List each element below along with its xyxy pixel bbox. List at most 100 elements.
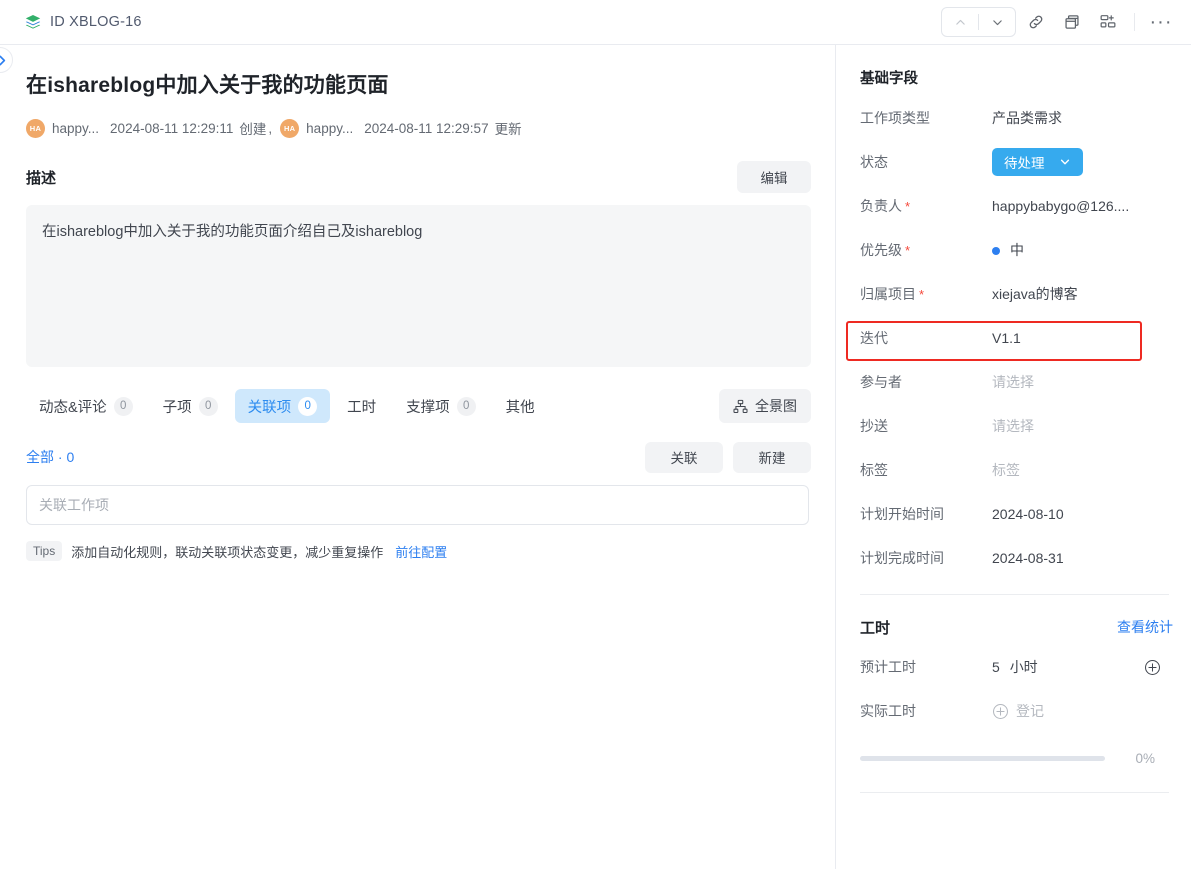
- description-content: 在ishareblog中加入关于我的功能页面介绍自己及ishareblog: [26, 205, 811, 367]
- related-search-box[interactable]: [26, 485, 809, 525]
- layers-icon: [24, 13, 42, 31]
- estimated-hours-number: 5: [992, 659, 1000, 675]
- field-value-participants[interactable]: 请选择: [992, 372, 1034, 392]
- tab-list: 动态&评论 0 子项 0 关联项 0 工时 支撑: [26, 389, 548, 423]
- field-label: 迭代: [860, 328, 992, 348]
- worktime-progress-row: 0%: [860, 751, 1179, 766]
- field-row-cc: 抄送 请选择: [860, 404, 1179, 448]
- field-label-text: 归属项目: [860, 286, 916, 302]
- field-label-text: 优先级: [860, 242, 902, 258]
- field-row-actual-hours: 实际工时 登记: [860, 689, 1179, 733]
- related-search-input[interactable]: [39, 497, 796, 513]
- workflow-button[interactable]: [1092, 6, 1124, 38]
- estimated-hours-value[interactable]: 5 小时: [992, 657, 1038, 677]
- page-body: 在ishareblog中加入关于我的功能页面 HA happy... 2024-…: [0, 45, 1191, 869]
- field-row-tags: 标签 标签: [860, 448, 1179, 492]
- field-row-iteration: 迭代 V1.1: [860, 316, 1179, 360]
- tab-label: 动态&评论: [39, 396, 107, 417]
- panorama-label: 全景图: [755, 396, 797, 416]
- tips-badge: Tips: [26, 541, 62, 561]
- field-label: 负责人*: [860, 196, 992, 216]
- tab-count: 0: [298, 397, 317, 416]
- worktime-progress-percent: 0%: [1135, 751, 1171, 766]
- prev-next-group: [941, 7, 1016, 37]
- updated-action-label: 更新: [495, 118, 522, 138]
- add-estimated-hours-button[interactable]: [1144, 659, 1179, 676]
- tab-activity-comments[interactable]: 动态&评论 0: [26, 389, 146, 423]
- tips-row: Tips 添加自动化规则，联动关联项状态变更，减少重复操作 前往配置: [26, 541, 811, 561]
- sidebar-section-title: 基础字段: [860, 67, 1179, 88]
- plus-circle-icon: [1144, 659, 1161, 676]
- link-icon: [1027, 13, 1045, 31]
- tab-other[interactable]: 其他: [493, 389, 548, 423]
- description-header: 描述 编辑: [26, 161, 811, 193]
- toolbar-actions: ···: [941, 6, 1177, 38]
- previous-item-button[interactable]: [942, 8, 978, 36]
- worktime-header: 工时 查看统计: [860, 609, 1179, 645]
- field-value-cc[interactable]: 请选择: [992, 416, 1034, 436]
- tab-related-items[interactable]: 关联项 0: [235, 389, 331, 423]
- tab-count: 0: [457, 397, 476, 416]
- required-marker: *: [905, 199, 910, 214]
- plus-circle-icon: [992, 703, 1009, 720]
- chevron-up-icon: [954, 16, 967, 29]
- more-options-button[interactable]: ···: [1145, 6, 1177, 38]
- field-label: 标签: [860, 460, 992, 480]
- field-value-tags[interactable]: 标签: [992, 460, 1020, 480]
- edit-description-button[interactable]: 编辑: [737, 161, 811, 193]
- sitemap-icon: [733, 399, 748, 414]
- create-new-button[interactable]: 新建: [733, 442, 811, 473]
- filter-all-link[interactable]: 全部 · 0: [26, 447, 74, 467]
- field-row-project: 归属项目* xiejava的博客: [860, 272, 1179, 316]
- register-hours-button[interactable]: 登记: [992, 701, 1044, 721]
- field-label: 工作项类型: [860, 108, 992, 128]
- description-heading: 描述: [26, 167, 56, 188]
- field-label: 抄送: [860, 416, 992, 436]
- filter-actions: 关联 新建: [645, 442, 811, 473]
- work-item-id-label: ID XBLOG-16: [50, 14, 142, 30]
- flow-chart-icon: [1099, 13, 1117, 31]
- status-badge[interactable]: 待处理: [992, 148, 1083, 176]
- tab-support-items[interactable]: 支撑项 0: [393, 389, 489, 423]
- tab-subitems[interactable]: 子项 0: [150, 389, 231, 423]
- tips-config-link[interactable]: 前往配置: [395, 542, 447, 561]
- field-value-work-item-type[interactable]: 产品类需求: [992, 108, 1062, 128]
- updated-by-user[interactable]: happy...: [306, 121, 353, 136]
- copy-link-button[interactable]: [1020, 6, 1052, 38]
- meta-separator: ,: [268, 121, 272, 136]
- field-label: 实际工时: [860, 701, 992, 721]
- updated-time: 2024-08-11 12:29:57: [364, 121, 488, 136]
- next-item-button[interactable]: [979, 8, 1015, 36]
- field-value-planned-end[interactable]: 2024-08-31: [992, 550, 1064, 566]
- worktime-progress-bar: [860, 756, 1105, 761]
- page-title: 在ishareblog中加入关于我的功能页面: [26, 71, 811, 101]
- avatar: HA: [280, 119, 299, 138]
- field-row-estimated-hours: 预计工时 5 小时: [860, 645, 1179, 689]
- view-statistics-link[interactable]: 查看统计: [1117, 617, 1179, 637]
- top-toolbar: ID XBLOG-16: [0, 0, 1191, 44]
- field-value-planned-start[interactable]: 2024-08-10: [992, 506, 1064, 522]
- field-row-work-item-type: 工作项类型 产品类需求: [860, 96, 1179, 140]
- tab-count: 0: [114, 397, 133, 416]
- tab-label: 子项: [163, 396, 192, 417]
- field-value-iteration[interactable]: V1.1: [992, 330, 1021, 346]
- field-row-status: 状态 待处理: [860, 140, 1179, 184]
- tab-worktime[interactable]: 工时: [334, 389, 389, 423]
- field-row-priority: 优先级* 中: [860, 228, 1179, 272]
- more-options-label: ···: [1150, 12, 1173, 32]
- field-label: 优先级*: [860, 240, 992, 260]
- created-by-user[interactable]: happy...: [52, 121, 99, 136]
- field-value-priority[interactable]: 中: [992, 240, 1024, 260]
- status-label: 待处理: [1004, 152, 1045, 172]
- tips-text: 添加自动化规则，联动关联项状态变更，减少重复操作: [71, 542, 383, 561]
- register-label: 登记: [1016, 701, 1044, 721]
- priority-label: 中: [1010, 242, 1024, 258]
- field-value-project[interactable]: xiejava的博客: [992, 284, 1078, 304]
- open-in-window-button[interactable]: [1056, 6, 1088, 38]
- main-panel: 在ishareblog中加入关于我的功能页面 HA happy... 2024-…: [0, 45, 835, 869]
- relate-button[interactable]: 关联: [645, 442, 723, 473]
- tabs-row: 动态&评论 0 子项 0 关联项 0 工时 支撑: [26, 389, 811, 423]
- panorama-button[interactable]: 全景图: [719, 389, 811, 423]
- copy-window-icon: [1063, 13, 1081, 31]
- field-value-assignee[interactable]: happybabygo@126....: [992, 198, 1129, 214]
